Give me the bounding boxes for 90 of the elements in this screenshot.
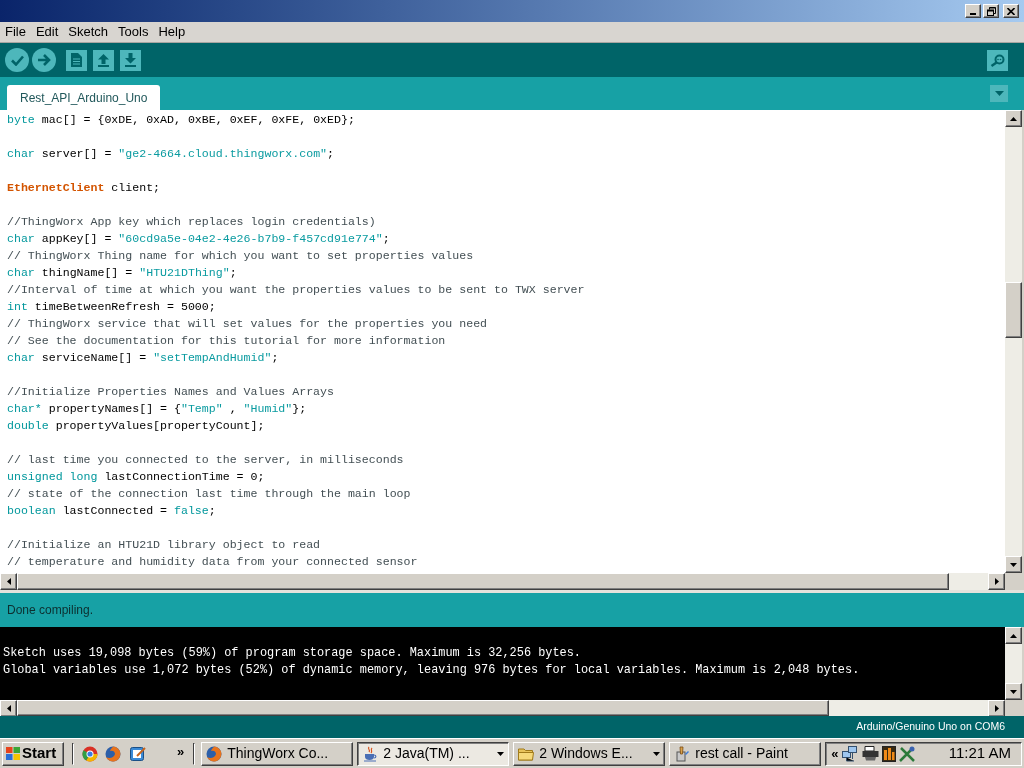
caret-up-icon xyxy=(1010,633,1017,638)
vertical-scrollbar[interactable] xyxy=(1005,627,1022,700)
wheel-icon[interactable] xyxy=(82,745,98,762)
minimize-icon xyxy=(970,13,976,15)
menu-item[interactable]: Tools xyxy=(113,24,154,40)
quick-launch-more-button[interactable]: » xyxy=(177,745,185,758)
caret-left-icon xyxy=(6,578,11,585)
file-tab[interactable]: Rest_API_Arduino_Uno xyxy=(7,85,161,110)
code-line: char serviceName[] = "setTempAndHumid"; xyxy=(7,350,279,366)
restore-button[interactable] xyxy=(983,4,999,18)
code-line: //Initialize Properties Names and Values Arrays xyxy=(7,384,334,400)
code-line: // temperature and humidity data from your connected sensor xyxy=(7,554,418,570)
code-line: // ThingWorx service that will set values for the properties you need xyxy=(7,316,488,332)
scroll-left-button[interactable] xyxy=(0,573,17,590)
cup-icon xyxy=(362,745,379,762)
code-line: byte mac[] = {0xDE, 0xAD, 0xBE, 0xEF, 0xFE, 0xED}; xyxy=(7,112,355,128)
edit-icon[interactable] xyxy=(130,745,147,762)
scroll-right-button[interactable] xyxy=(988,573,1005,590)
upload-button[interactable] xyxy=(32,48,56,72)
start-button[interactable]: Start xyxy=(2,741,64,766)
code-line: // last time you connected to the server, in milliseconds xyxy=(7,452,404,468)
code-line: // ThingWorx Thing name for which you want to set properties values xyxy=(7,248,474,264)
code-line: char thingName[] = "HTU21DThing"; xyxy=(7,265,237,281)
document-icon xyxy=(71,53,82,67)
code-line: char server[] = "ge2-4664.cloud.thingworx.com"; xyxy=(7,146,335,162)
code-line: //Initialize an HTU21D library object to read xyxy=(7,537,321,553)
caret-right-icon xyxy=(994,578,999,585)
vertical-scrollbar[interactable] xyxy=(1005,110,1022,573)
tools-icon xyxy=(899,745,916,762)
flag-icon xyxy=(6,747,20,760)
code-line: int timeBetweenRefresh = 5000; xyxy=(7,299,216,315)
new-sketch-button[interactable] xyxy=(66,49,87,71)
taskbar-button[interactable]: 2 Java(TM) ... xyxy=(357,741,510,766)
verify-button[interactable] xyxy=(5,48,29,72)
status-message: Done compiling. xyxy=(7,602,94,619)
caret-down-icon xyxy=(1010,689,1017,694)
serial-monitor-button[interactable] xyxy=(987,49,1008,71)
scroll-down-button[interactable] xyxy=(1005,683,1022,700)
console-line: Global variables use 1,072 bytes (52%) of dynamic memory, leaving 976 bytes for local variables. Maximum is 2,048 bytes. xyxy=(3,662,860,679)
save-button[interactable] xyxy=(120,49,141,71)
paint-icon xyxy=(674,745,691,762)
caret-left-icon xyxy=(6,705,11,712)
caret-down-icon xyxy=(994,91,1004,96)
close-icon xyxy=(1007,7,1015,15)
code-line: EthernetClient client; xyxy=(7,180,161,196)
scrollbar-thumb[interactable] xyxy=(17,700,829,716)
code-line: boolean lastConnected = false; xyxy=(7,503,216,519)
code-line: // state of the connection last time through the main loop xyxy=(7,486,411,502)
bars-icon xyxy=(882,745,897,762)
horizontal-scrollbar[interactable] xyxy=(0,700,1005,716)
code-line: char* propertyNames[] = {"Temp" , "Humid"}; xyxy=(7,401,307,417)
console-line: Sketch uses 19,098 bytes (59%) of program storage space. Maximum is 32,256 bytes. xyxy=(3,645,581,662)
taskbar-button[interactable]: ThingWorx Co... xyxy=(201,741,354,766)
code-line: char appKey[] = "60cd9a5e-04e2-4e26-b7b9-f457cd91e774"; xyxy=(7,231,390,247)
close-button[interactable] xyxy=(1003,4,1019,18)
taskbar-button[interactable]: 2 Windows E... xyxy=(513,741,666,766)
menu-item[interactable]: Sketch xyxy=(63,24,114,40)
board-status-text: Arduino/Genuino Uno on COM6 xyxy=(856,719,1005,735)
code-line: unsigned long lastConnectionTime = 0; xyxy=(7,469,265,485)
caret-up-icon xyxy=(1010,116,1017,121)
code-line: //Interval of time at which you want the properties values to be sent to TWX server xyxy=(7,282,585,298)
arrow-down-icon xyxy=(124,53,137,67)
code-line: double propertyValues[propertyCount]; xyxy=(7,418,265,434)
scroll-down-button[interactable] xyxy=(1005,556,1022,573)
clock-text: 11:21 AM xyxy=(948,743,1011,764)
printer-icon xyxy=(862,746,880,761)
code-line: // See the documentation for this tutorial for more information xyxy=(7,333,446,349)
menu-item[interactable]: Edit xyxy=(30,24,64,40)
arrow-right-icon xyxy=(37,54,51,66)
globe-icon[interactable] xyxy=(105,745,121,762)
restore-icon xyxy=(986,6,996,16)
open-button[interactable] xyxy=(93,49,114,71)
menu-item[interactable]: Help xyxy=(153,24,191,40)
network-icon xyxy=(842,745,860,762)
taskbar-button[interactable]: rest call - Paint xyxy=(669,741,822,766)
caret-right-icon xyxy=(994,705,999,712)
scroll-up-button[interactable] xyxy=(1005,110,1022,127)
globe-icon xyxy=(206,745,223,762)
code-line: //ThingWorx App key which replaces login credentials) xyxy=(7,214,376,230)
check-icon xyxy=(10,54,24,66)
tab-menu-button[interactable] xyxy=(990,85,1008,102)
folder-icon xyxy=(518,746,535,761)
menu-item[interactable]: File xyxy=(0,24,31,40)
search-icon xyxy=(990,53,1005,67)
arrow-up-icon xyxy=(97,53,110,67)
caret-down-icon xyxy=(1010,562,1017,567)
tray-expand-button[interactable]: « xyxy=(831,743,839,764)
minimize-button[interactable] xyxy=(965,4,981,18)
scroll-up-button[interactable] xyxy=(1005,627,1022,644)
scrollbar-thumb[interactable] xyxy=(1005,282,1022,338)
